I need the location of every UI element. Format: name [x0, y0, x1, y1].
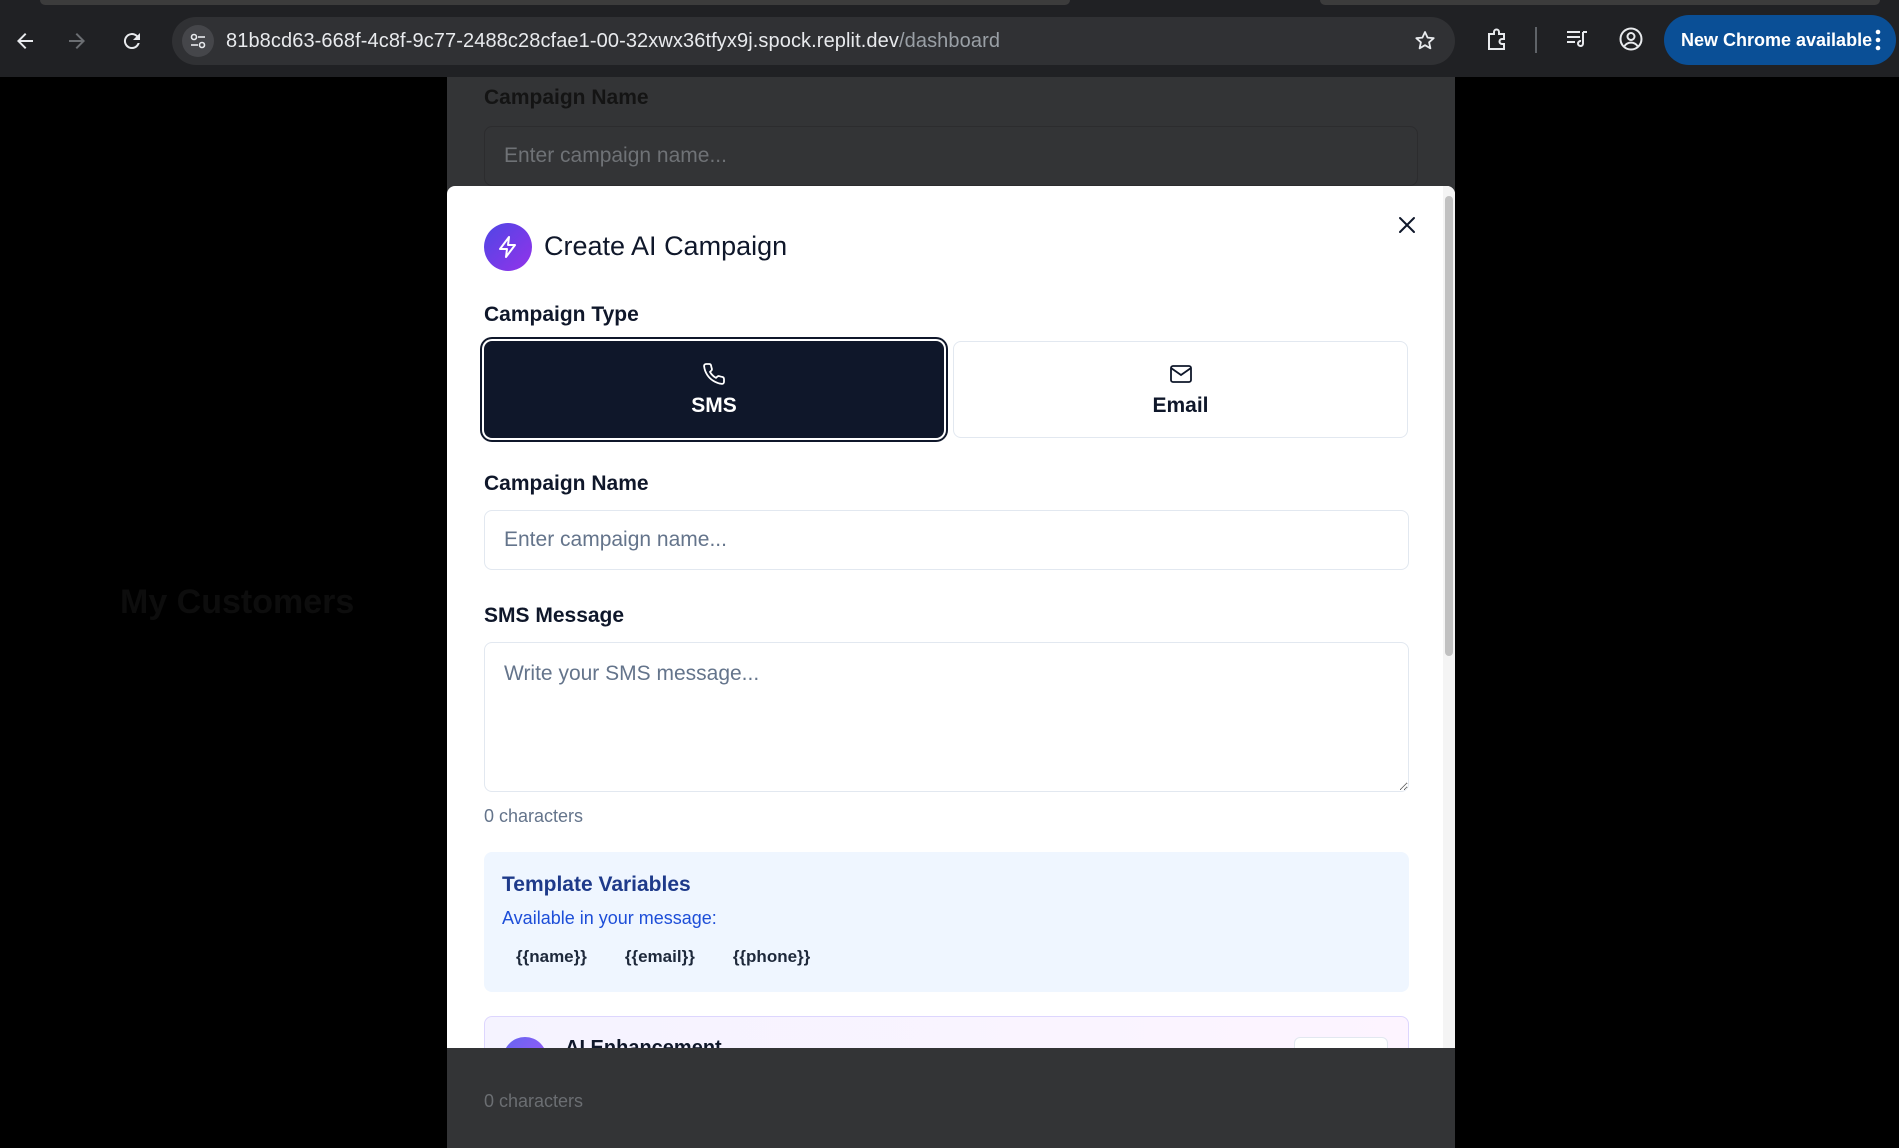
ai-sparkle-icon — [503, 1037, 547, 1048]
close-icon — [1399, 217, 1415, 233]
campaign-type-sms-button[interactable]: SMS — [484, 341, 944, 438]
url-host: 81b8cd63-668f-4c8f-9c77-2488c28cfae1-00-… — [226, 30, 899, 52]
profile-button[interactable] — [1616, 24, 1646, 54]
bg-campaign-name-field: Enter campaign name... — [484, 126, 1418, 186]
modal-scrollbar[interactable] — [1443, 186, 1455, 1048]
toolbar-separator — [1535, 27, 1537, 53]
tab-strip-edge — [40, 0, 1070, 5]
url-path: /dashboard — [898, 30, 1001, 52]
site-info-button[interactable] — [182, 25, 214, 57]
url-text: 81b8cd63-668f-4c8f-9c77-2488c28cfae1-00-… — [226, 30, 1000, 53]
reload-icon — [123, 33, 140, 50]
bg-campaign-name-label: Campaign Name — [484, 86, 649, 109]
campaign-type-label: Campaign Type — [484, 303, 639, 326]
modal-title: Create AI Campaign — [544, 231, 788, 261]
more-vert-icon[interactable] — [1874, 28, 1882, 52]
bookmark-button[interactable] — [1413, 29, 1437, 58]
zap-icon — [499, 236, 516, 258]
extensions-button[interactable] — [1482, 24, 1512, 54]
template-variables-subtitle: Available in your message: — [502, 908, 717, 928]
character-count: 0 characters — [484, 806, 584, 826]
tune-icon — [190, 33, 206, 49]
sms-message-textarea[interactable] — [484, 642, 1409, 792]
sms-message-label: SMS Message — [484, 604, 625, 627]
account-circle-icon — [1619, 27, 1643, 51]
ai-enhancement-title: AI Enhancement — [565, 1037, 722, 1048]
campaign-brand-icon — [484, 223, 532, 271]
arrow-left-icon — [17, 33, 33, 49]
close-modal-button[interactable] — [1393, 211, 1421, 239]
ai-enhancement-panel: AI Enhancement — [484, 1016, 1409, 1048]
campaign-name-input[interactable] — [484, 510, 1409, 570]
template-variables-title: Template Variables — [502, 873, 691, 896]
bg-char-count: 0 characters — [484, 1091, 584, 1111]
phone-icon — [703, 362, 725, 385]
campaign-type-sms-label: SMS — [691, 393, 737, 417]
campaign-type-email-label: Email — [1152, 393, 1209, 417]
update-label: New Chrome available — [1681, 30, 1873, 50]
campaign-type-email-button[interactable]: Email — [953, 341, 1408, 438]
star-icon — [1415, 31, 1435, 50]
create-campaign-modal: Create AI Campaign Campaign Type SMS Ema… — [447, 186, 1455, 1048]
variable-chip-name[interactable]: {{name}} — [502, 940, 601, 974]
back-button[interactable] — [8, 24, 42, 58]
new-chrome-available-button[interactable]: New Chrome available — [1664, 15, 1896, 65]
forward-button[interactable] — [60, 24, 94, 58]
scrollbar-thumb[interactable] — [1445, 196, 1453, 656]
mail-icon — [1169, 364, 1192, 383]
variable-chip-phone[interactable]: {{phone}} — [718, 940, 825, 974]
variable-chip-email[interactable]: {{email}} — [610, 940, 709, 974]
bg-campaign-name-placeholder: Enter campaign name... — [504, 144, 727, 167]
media-controls-button[interactable] — [1562, 24, 1592, 54]
template-variable-list: {{name}} {{email}} {{phone}} — [502, 940, 825, 974]
browser-toolbar: 81b8cd63-668f-4c8f-9c77-2488c28cfae1-00-… — [0, 0, 1899, 77]
queue-music-icon — [1567, 31, 1587, 48]
tab-strip-edge — [1320, 0, 1880, 5]
puzzle-icon — [1488, 28, 1505, 50]
campaign-name-label: Campaign Name — [484, 472, 649, 495]
bg-customers-heading: My Customers — [120, 583, 355, 621]
address-bar[interactable]: 81b8cd63-668f-4c8f-9c77-2488c28cfae1-00-… — [172, 17, 1455, 65]
reload-button[interactable] — [115, 24, 149, 58]
template-variables-panel: Template Variables Available in your mes… — [484, 852, 1409, 992]
ai-enhance-button[interactable] — [1294, 1037, 1388, 1048]
arrow-right-icon — [69, 33, 85, 49]
